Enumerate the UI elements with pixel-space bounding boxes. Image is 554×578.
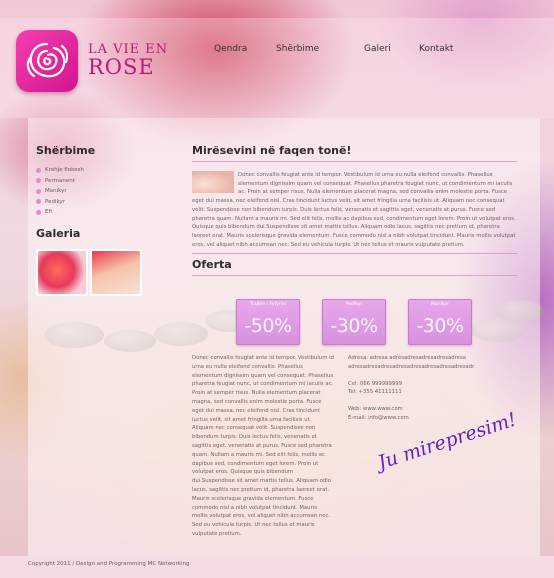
nav-item-sherbime[interactable]: Shërbime [276, 44, 319, 54]
nav-item-kontakt[interactable]: Kontakt [419, 44, 453, 54]
service-item[interactable]: Permanent [36, 176, 156, 187]
site-header: LA VIE EN ROSE Qendra Shërbime Galeri Ko… [0, 18, 554, 118]
service-label: Permanent [45, 177, 75, 184]
service-item[interactable]: Krehje flokesh [36, 165, 156, 176]
divider [192, 161, 517, 162]
site-footer: Copyright 2011 / Design and Programming … [0, 556, 554, 578]
service-label: Pedikyr [45, 198, 66, 205]
main-column: Mirësevini në faqen tonë! Donec convalli… [192, 144, 517, 277]
services-title: Shërbime [36, 144, 96, 157]
service-item[interactable]: Pedikyr [36, 197, 156, 208]
bullet-icon [36, 178, 41, 184]
welcome-text: Donec convallis feugiat ante id tempor. … [192, 172, 516, 248]
offer-label: Manikyr [430, 302, 450, 307]
divider [192, 253, 517, 255]
nav-item-galeri[interactable]: Galeri [364, 44, 391, 54]
offer-card[interactable]: Trajtim i Fytyrës -50% [236, 299, 300, 345]
bullet-icon [36, 188, 41, 194]
rose-icon [26, 42, 69, 78]
gallery-title: Galeria [36, 226, 81, 240]
service-label: Manikyr [45, 188, 67, 195]
offer-label: Trajtim i Fytyrës [249, 302, 287, 307]
services-list: Krehje flokesh Permanent Manikyr Pedikyr… [36, 165, 156, 218]
copyright-text: Copyright 2011 / Design and Programming … [28, 561, 190, 567]
sidebar: Shërbime Krehje flokesh Permanent Maniky… [36, 144, 156, 296]
offer-discount: -30% [330, 315, 378, 337]
contact-tel: Tel: +355 41111111 [348, 389, 402, 396]
service-label: Krehje flokesh [45, 167, 84, 174]
offer-label: Pedikyr [345, 302, 363, 307]
offer-discount: -50% [244, 315, 292, 337]
gallery-thumb-woman-rose[interactable] [90, 248, 142, 296]
contact-info: Adresa: adresa adresadresadresadresadres… [348, 354, 518, 423]
service-item[interactable]: Efi [36, 207, 156, 218]
gallery-thumbnails [36, 248, 156, 296]
service-label: Efi [45, 209, 52, 216]
bullet-icon [36, 167, 41, 173]
welcome-image [192, 171, 234, 193]
nav-item-qendra[interactable]: Qendra [214, 44, 247, 54]
divider [192, 275, 517, 277]
gallery-thumb-roses[interactable] [36, 248, 88, 296]
offers-text: Donec convallis feugiat ante id tempor. … [192, 355, 334, 537]
bullet-icon [36, 199, 41, 205]
welcome-heading: Mirësevini në faqen tonë! [192, 144, 352, 157]
offer-cards: Trajtim i Fytyrës -50% Pedikyr -30% Mani… [236, 299, 496, 349]
service-item[interactable]: Manikyr [36, 186, 156, 197]
contact-web[interactable]: Web: www.www.com [348, 405, 518, 414]
contact-phone: Cel: 066 999999999 [348, 380, 403, 387]
offer-card[interactable]: Pedikyr -30% [322, 299, 386, 345]
contact-address: Adresa: adresa adresadresadresadresadres… [348, 355, 475, 370]
logo-text-bottom: ROSE [88, 55, 155, 79]
offer-discount: -30% [416, 315, 464, 337]
bullet-icon [36, 209, 41, 215]
logo-badge[interactable] [16, 30, 78, 92]
offers-heading: Oferta [192, 258, 232, 272]
offer-card[interactable]: Manikyr -30% [408, 299, 472, 345]
